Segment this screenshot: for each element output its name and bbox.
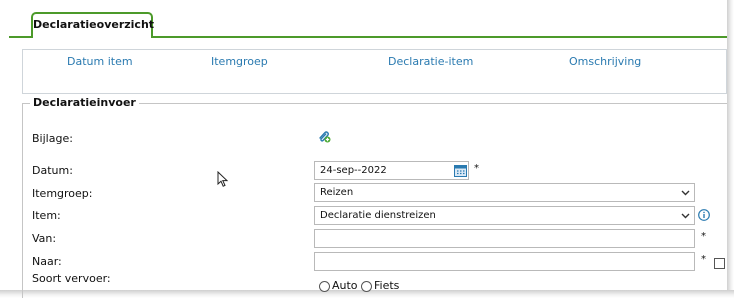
- naar-input[interactable]: [314, 252, 695, 271]
- item-label: Item:: [32, 209, 61, 222]
- naar-label: Naar:: [32, 255, 62, 268]
- itemgroep-value: Reizen: [320, 187, 354, 198]
- tab-declaratieoverzicht[interactable]: Declaratieoverzicht: [31, 12, 154, 38]
- itemgroep-label: Itemgroep:: [32, 187, 93, 200]
- soort-vervoer-label: Soort vervoer:: [32, 272, 111, 285]
- datum-label: Datum:: [32, 164, 73, 177]
- frame-shadow-right: [727, 0, 734, 298]
- datum-value: 24-sep--2022: [320, 165, 387, 176]
- van-label: Van:: [32, 232, 57, 245]
- item-value: Declaratie dienstreizen: [320, 210, 436, 221]
- item-select[interactable]: Declaratie dienstreizen: [314, 206, 695, 225]
- fieldset-legend: Declaratieinvoer: [30, 96, 139, 109]
- naar-checkbox[interactable]: [714, 258, 725, 269]
- van-required-marker: *: [701, 231, 706, 242]
- radio-fiets-label: Fiets: [374, 279, 400, 292]
- bijlage-label: Bijlage:: [32, 132, 73, 145]
- datum-required-marker: *: [474, 163, 479, 174]
- paperclip-add-icon[interactable]: [317, 129, 331, 143]
- radio-auto[interactable]: [319, 281, 330, 292]
- van-input[interactable]: [314, 229, 695, 248]
- chevron-down-icon: [681, 207, 690, 231]
- declaration-overview-table: Datum item Itemgroep Declaratie-item Oms…: [22, 49, 727, 94]
- datum-input[interactable]: 24-sep--2022: [314, 161, 469, 180]
- column-header-datum-item[interactable]: Datum item: [67, 55, 133, 68]
- itemgroep-select[interactable]: Reizen: [314, 183, 695, 202]
- calendar-icon[interactable]: [454, 164, 467, 177]
- chevron-down-icon: [681, 184, 690, 208]
- info-icon[interactable]: [698, 209, 710, 221]
- radio-auto-label: Auto: [332, 279, 358, 292]
- mouse-pointer-icon: [217, 170, 229, 188]
- column-header-itemgroep[interactable]: Itemgroep: [211, 55, 268, 68]
- column-header-omschrijving[interactable]: Omschrijving: [569, 55, 641, 68]
- radio-fiets[interactable]: [361, 281, 372, 292]
- naar-required-marker: *: [701, 254, 706, 265]
- column-header-declaratie-item[interactable]: Declaratie-item: [388, 55, 473, 68]
